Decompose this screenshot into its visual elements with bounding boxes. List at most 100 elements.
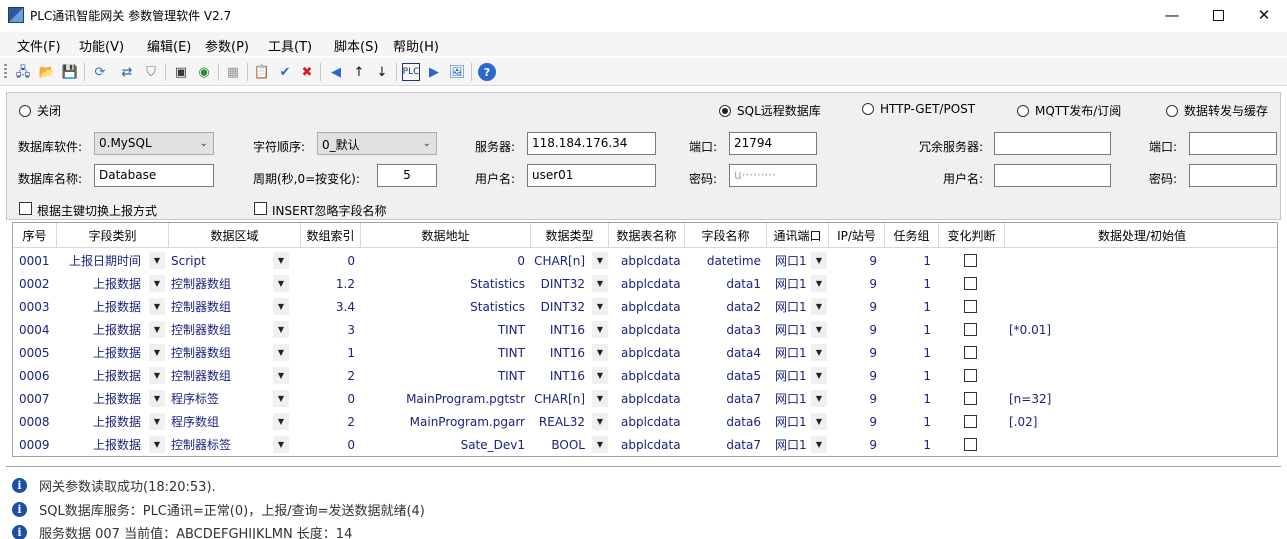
mode-http-radio[interactable]: HTTP-GET/POST <box>862 102 975 116</box>
chevron-down-icon[interactable]: ▼ <box>149 298 165 315</box>
redundant-password-input[interactable] <box>1189 164 1277 187</box>
chevron-down-icon[interactable]: ▼ <box>811 252 827 269</box>
chevron-down-icon[interactable]: ▼ <box>811 390 827 407</box>
cell-table-name[interactable]: abplcdata <box>609 318 685 341</box>
minimize-button[interactable]: — <box>1149 0 1195 30</box>
cell-data-address[interactable]: TINT <box>361 318 531 341</box>
cell-ip-station[interactable]: 9 <box>829 272 885 295</box>
cell-data-address[interactable]: TINT <box>361 341 531 364</box>
chevron-down-icon[interactable]: ▼ <box>149 413 165 430</box>
image-icon[interactable]: 🖼 <box>448 63 466 81</box>
cell-comm-port[interactable]: 网口1 <box>767 433 813 456</box>
col-header-table-name[interactable]: 数据表名称 <box>609 223 685 248</box>
mode-mqtt-radio[interactable]: MQTT发布/订阅 <box>1017 102 1121 119</box>
change-detect-checkbox[interactable] <box>964 369 977 382</box>
chevron-down-icon[interactable]: ▼ <box>273 298 289 315</box>
cell-array-index[interactable]: 2 <box>301 410 361 433</box>
cell-data-area[interactable]: 控制器标签 <box>165 433 270 456</box>
redundant-username-input[interactable] <box>994 164 1111 187</box>
cell-data-address[interactable]: MainProgram.pgarr <box>361 410 531 433</box>
chevron-down-icon[interactable]: ▼ <box>811 367 827 384</box>
maximize-button[interactable] <box>1195 0 1241 30</box>
cell-field-name[interactable]: data7 <box>685 433 767 456</box>
close-button[interactable]: ✕ <box>1241 0 1287 30</box>
cell-index[interactable]: 0005 <box>13 341 57 364</box>
cell-field-type[interactable]: 上报数据 <box>57 272 147 295</box>
cell-data-address[interactable]: Statistics <box>361 295 531 318</box>
col-header-data-address[interactable]: 数据地址 <box>361 223 531 248</box>
cell-field-name[interactable]: data6 <box>685 410 767 433</box>
check-icon[interactable]: ✔ <box>276 63 294 81</box>
cell-ip-station[interactable]: 9 <box>829 249 885 272</box>
cell-field-type[interactable]: 上报数据 <box>57 387 147 410</box>
chevron-down-icon[interactable]: ▼ <box>273 436 289 453</box>
col-header-processing[interactable]: 数据处理/初始值 <box>1005 223 1277 248</box>
menu-file[interactable]: 文件(F) <box>17 36 61 55</box>
col-header-ip-station[interactable]: IP/站号 <box>829 223 885 248</box>
cell-processing[interactable]: [.02] <box>1005 410 1277 433</box>
table-row[interactable]: 0005 上报数据 ▼ 控制器数组 ▼ 1 TINT INT16 ▼ abplcdata data4… <box>13 341 1277 364</box>
cell-task-group[interactable]: 1 <box>885 295 939 318</box>
cell-array-index[interactable]: 1 <box>301 341 361 364</box>
down-icon[interactable]: ↓ <box>373 63 391 81</box>
cell-array-index[interactable]: 0 <box>301 249 361 272</box>
change-detect-checkbox[interactable] <box>964 346 977 359</box>
cell-comm-port[interactable]: 网口1 <box>767 249 813 272</box>
plc-icon[interactable]: PLC <box>402 63 420 81</box>
insert-ignore-checkbox[interactable] <box>254 202 267 215</box>
chevron-down-icon[interactable]: ▼ <box>273 390 289 407</box>
change-detect-checkbox[interactable] <box>964 300 977 313</box>
change-detect-checkbox[interactable] <box>964 254 977 267</box>
cell-field-name[interactable]: data4 <box>685 341 767 364</box>
cell-ip-station[interactable]: 9 <box>829 364 885 387</box>
cell-index[interactable]: 0001 <box>13 249 57 272</box>
refresh-icon[interactable]: ⟳ <box>91 63 109 81</box>
change-detect-checkbox[interactable] <box>964 323 977 336</box>
chevron-down-icon[interactable]: ▼ <box>811 321 827 338</box>
cell-field-type[interactable]: 上报日期时间 <box>57 249 147 272</box>
cell-data-type[interactable]: DINT32 <box>531 295 591 318</box>
table-row[interactable]: 0006 上报数据 ▼ 控制器数组 ▼ 2 TINT INT16 ▼ abplcdata data5… <box>13 364 1277 387</box>
chevron-down-icon[interactable]: ▼ <box>149 367 165 384</box>
change-detect-checkbox[interactable] <box>964 277 977 290</box>
cell-array-index[interactable]: 0 <box>301 433 361 456</box>
chevron-down-icon[interactable]: ▼ <box>811 298 827 315</box>
cell-data-area[interactable]: 控制器数组 <box>165 364 270 387</box>
cell-table-name[interactable]: abplcdata <box>609 272 685 295</box>
cell-processing[interactable]: [n=32] <box>1005 387 1277 410</box>
chevron-down-icon[interactable]: ▼ <box>273 367 289 384</box>
cell-task-group[interactable]: 1 <box>885 272 939 295</box>
chevron-down-icon[interactable]: ▼ <box>149 344 165 361</box>
table-row[interactable]: 0001 上报日期时间 ▼ Script ▼ 0 0 CHAR[n] ▼ abplcdata dat… <box>13 249 1277 272</box>
chevron-down-icon[interactable]: ▼ <box>149 252 165 269</box>
chevron-down-icon[interactable]: ▼ <box>592 252 608 269</box>
cell-task-group[interactable]: 1 <box>885 387 939 410</box>
cell-field-name[interactable]: data7 <box>685 387 767 410</box>
cell-index[interactable]: 0002 <box>13 272 57 295</box>
menu-script[interactable]: 脚本(S) <box>334 36 378 55</box>
chevron-down-icon[interactable]: ▼ <box>149 436 165 453</box>
username-input[interactable]: user01 <box>527 164 656 187</box>
cell-ip-station[interactable]: 9 <box>829 433 885 456</box>
col-header-data-area[interactable]: 数据区域 <box>169 223 301 248</box>
cell-task-group[interactable]: 1 <box>885 433 939 456</box>
cell-field-name[interactable]: data5 <box>685 364 767 387</box>
cell-task-group[interactable]: 1 <box>885 410 939 433</box>
change-detect-checkbox[interactable] <box>964 415 977 428</box>
table-row[interactable]: 0007 上报数据 ▼ 程序标签 ▼ 0 MainProgram.pgtstr CHAR[n]… <box>13 387 1277 410</box>
book-icon[interactable]: ▣ <box>172 63 190 81</box>
cell-field-type[interactable]: 上报数据 <box>57 295 147 318</box>
cell-field-type[interactable]: 上报数据 <box>57 318 147 341</box>
cell-index[interactable]: 0004 <box>13 318 57 341</box>
chevron-down-icon[interactable]: ▼ <box>811 344 827 361</box>
col-header-field-name[interactable]: 字段名称 <box>685 223 767 248</box>
cell-data-address[interactable]: 0 <box>361 249 531 272</box>
cell-data-type[interactable]: INT16 <box>531 364 591 387</box>
mode-close-radio[interactable]: 关闭 <box>19 102 61 119</box>
cell-processing[interactable] <box>1005 272 1277 295</box>
table-row[interactable]: 0002 上报数据 ▼ 控制器数组 ▼ 1.2 Statistics DINT32 ▼ abplc… <box>13 272 1277 295</box>
grid-icon[interactable]: ▦ <box>224 63 242 81</box>
cell-processing[interactable] <box>1005 295 1277 318</box>
chevron-down-icon[interactable]: ▼ <box>592 344 608 361</box>
cell-array-index[interactable]: 3 <box>301 318 361 341</box>
